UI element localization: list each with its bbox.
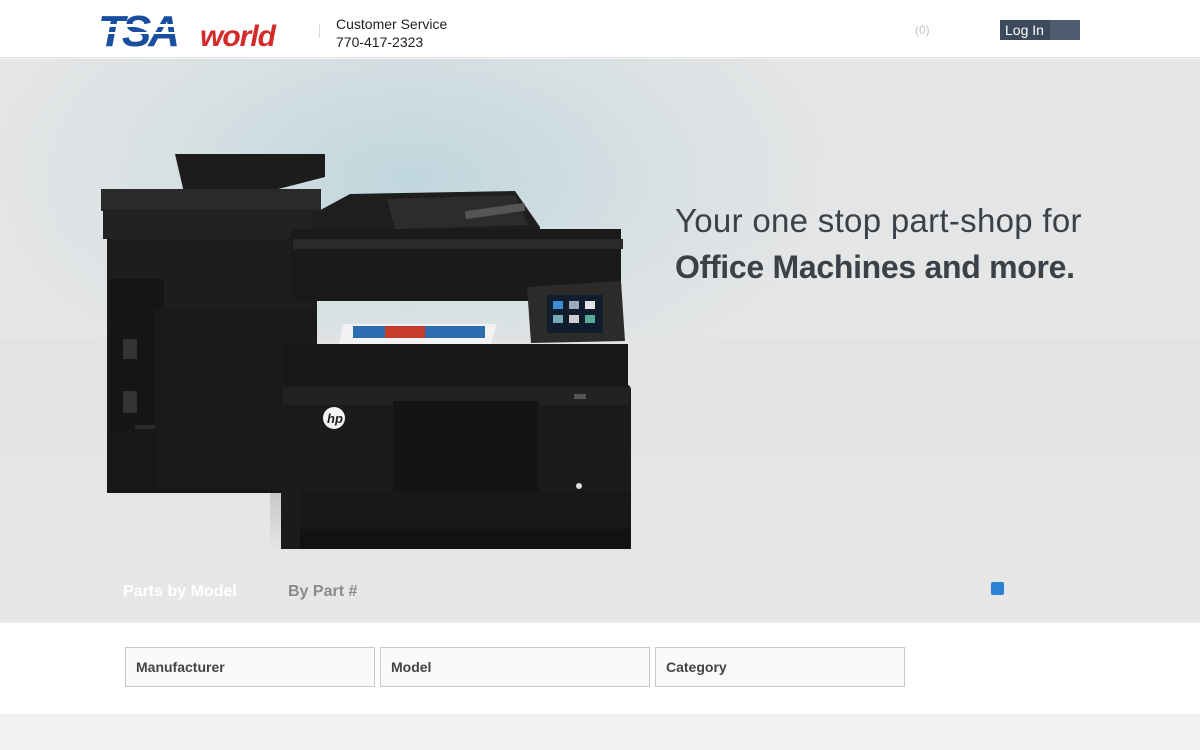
tab-by-part-number[interactable]: By Part #: [288, 583, 357, 601]
header-divider: [319, 24, 320, 38]
manufacturer-select[interactable]: Manufacturer: [125, 647, 375, 687]
cart-count[interactable]: (0): [915, 23, 930, 37]
login-label: Log In: [1005, 22, 1044, 38]
svg-text:world: world: [200, 20, 277, 50]
svg-text:hp: hp: [327, 411, 343, 426]
page: TSA world Customer Service 770-417-2323 …: [0, 0, 1200, 750]
hero-banner: hp Your one stop part-shop for Office Ma…: [0, 59, 1200, 622]
slider-dot-active[interactable]: [991, 582, 1004, 595]
site-header: TSA world Customer Service 770-417-2323 …: [0, 0, 1200, 58]
footer-band: [0, 714, 1200, 750]
hero-tagline: Your one stop part-shop for Office Machi…: [675, 199, 1082, 291]
customer-service-label: Customer Service: [336, 16, 448, 32]
category-select[interactable]: Category: [655, 647, 905, 687]
login-button[interactable]: Log In: [1000, 20, 1080, 40]
printer-image: hp: [101, 154, 631, 549]
tagline-line1: Your one stop part-shop for: [675, 202, 1082, 239]
model-select[interactable]: Model: [380, 647, 650, 687]
tsaworld-logo[interactable]: TSA world: [98, 8, 303, 50]
tagline-line2: Office Machines and more.: [675, 249, 1075, 285]
svg-text:TSA: TSA: [98, 8, 177, 50]
customer-service-block: Customer Service 770-417-2323: [336, 15, 447, 51]
tab-parts-by-model[interactable]: Parts by Model: [123, 583, 237, 601]
parts-search-bar: Manufacturer Model Category: [0, 623, 1200, 714]
phone-number[interactable]: 770-417-2323: [336, 33, 447, 51]
